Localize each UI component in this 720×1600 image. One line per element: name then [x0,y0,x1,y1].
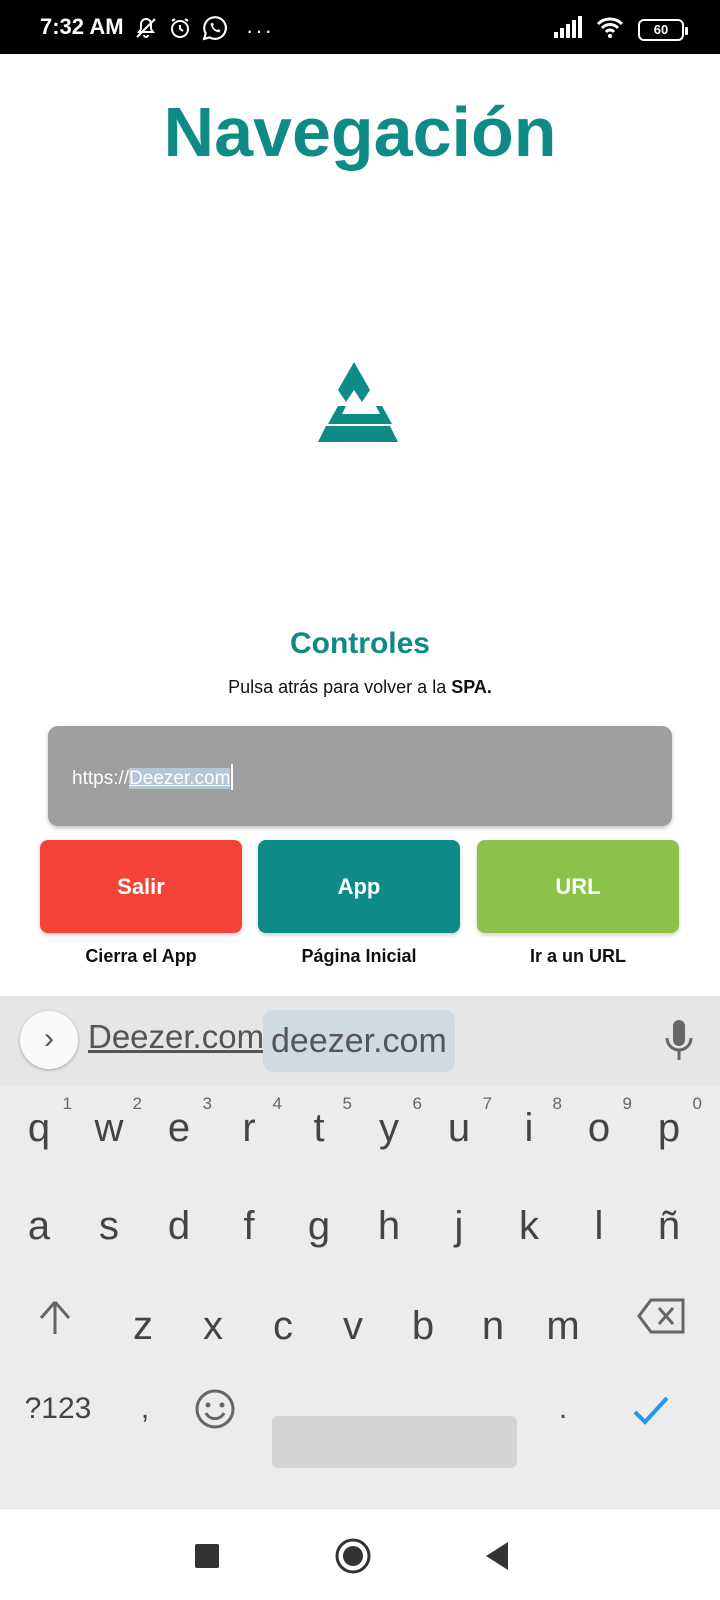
status-bar: 7:32 AM ··· 60 [0,0,720,54]
app-button[interactable]: App [258,840,460,933]
section-title: Controles [289,627,430,660]
comma-key[interactable]: , [110,1392,180,1426]
key-a[interactable]: a [4,1204,74,1249]
key-m[interactable]: m [528,1304,598,1349]
shift-key-icon[interactable] [20,1298,90,1348]
page-title: Navegación [163,93,557,171]
key-s[interactable]: s [74,1204,144,1249]
hint-text: Pulsa atrás para volver a la [228,677,452,697]
key-w[interactable]: w2 [74,1094,144,1151]
url-prefix: https:// [72,768,130,789]
mute-bell-icon [134,16,158,45]
url-selected-text: Deezer.com [129,768,231,789]
key-n-tilde[interactable]: ñ [634,1204,704,1249]
key-o[interactable]: o9 [564,1094,634,1151]
alarm-icon [168,16,192,45]
key-k[interactable]: k [494,1204,564,1249]
key-h[interactable]: h [354,1204,424,1249]
key-p[interactable]: p0 [634,1094,704,1151]
signal-icon [554,16,582,43]
key-q[interactable]: q1 [4,1094,74,1151]
hint-bold: SPA. [451,677,492,697]
key-f[interactable]: f [214,1204,284,1249]
navigation-bar [0,1508,720,1600]
app-caption: Página Inicial [301,946,417,966]
key-e[interactable]: e3 [144,1094,214,1151]
emoji-icon[interactable] [180,1388,250,1440]
exit-caption: Cierra el App [85,946,197,966]
suggestion-2[interactable]: deezer.com [263,1010,455,1072]
url-input[interactable]: https://Deezer.com [48,726,672,826]
url-button[interactable]: URL [477,840,679,933]
key-z[interactable]: z [108,1304,178,1349]
back-triangle-icon[interactable] [484,1541,510,1576]
key-u[interactable]: u7 [424,1094,494,1151]
key-i[interactable]: i8 [494,1094,564,1151]
url-text[interactable]: https://Deezer.com [72,764,234,790]
backspace-icon[interactable] [626,1298,696,1344]
symbols-key[interactable]: ?123 [18,1392,98,1426]
more-dots-icon: ··· [246,17,274,43]
microphone-icon[interactable] [664,1020,694,1067]
key-g[interactable]: g [284,1204,354,1249]
key-t[interactable]: t5 [284,1094,354,1151]
exit-button[interactable]: Salir [40,840,242,933]
text-caret [231,764,234,790]
suggestion-1[interactable]: Deezer.com [88,1018,264,1056]
key-y[interactable]: y6 [354,1094,424,1151]
key-b[interactable]: b [388,1304,458,1349]
key-l[interactable]: l [564,1204,634,1249]
home-circle-icon[interactable] [334,1537,372,1580]
screen: 7:32 AM ··· 60 Navegación Controles Puls… [0,0,720,1600]
expand-chevron-icon[interactable]: › [20,1011,78,1069]
key-d[interactable]: d [144,1204,214,1249]
back-hint: Pulsa atrás para volver a la SPA. [0,677,720,698]
wifi-icon [596,16,624,43]
keyboard: q1 w2 e3 r4 t5 y6 u7 i8 o9 p0 a s d f g … [0,1086,720,1508]
battery-icon: 60 [638,18,688,41]
space-bar[interactable] [272,1416,517,1468]
key-v[interactable]: v [318,1304,388,1349]
recents-square-icon[interactable] [194,1543,220,1574]
key-r[interactable]: r4 [214,1094,284,1151]
key-x[interactable]: x [178,1304,248,1349]
app-logo-icon [318,362,398,447]
key-j[interactable]: j [424,1204,494,1249]
whatsapp-icon [202,15,228,46]
period-key[interactable]: . [528,1392,598,1426]
status-time: 7:32 AM [40,14,124,39]
checkmark-enter-icon[interactable] [616,1392,686,1438]
key-c[interactable]: c [248,1304,318,1349]
key-n[interactable]: n [458,1304,528,1349]
keyboard-suggestion-bar: › Deezer.com deezer.com [0,996,720,1086]
url-caption: Ir a un URL [529,946,626,966]
